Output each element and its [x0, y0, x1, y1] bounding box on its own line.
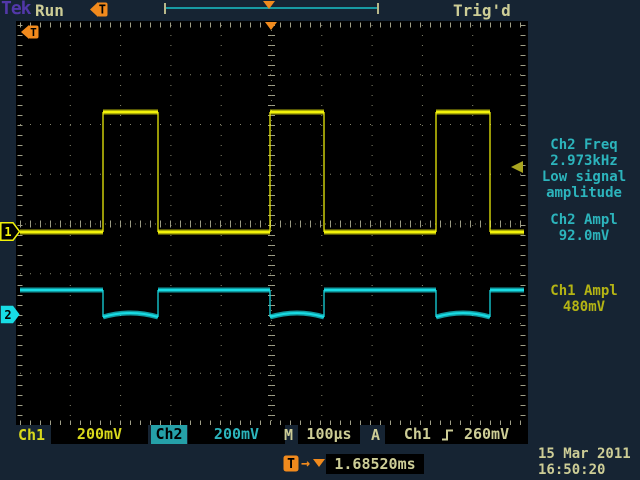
oscilloscope-screen: Tek Run T Trig'd T 1 2 Ch2 Freq 2.973kHz…: [0, 0, 640, 480]
measurement-value: 92.0mV: [528, 228, 640, 244]
acquisition-status: Run: [35, 1, 64, 20]
trigger-position-marker-icon: [265, 22, 277, 30]
trigger-status: Trig'd: [453, 1, 511, 20]
trigger-type-label: A: [371, 426, 380, 444]
ch2-label: Ch2: [151, 425, 187, 444]
date-text: 15 Mar 2011: [538, 446, 631, 462]
waveform-display: [16, 21, 528, 425]
trigger-marker-letter: T: [99, 3, 106, 17]
trigger-source: Ch1: [404, 425, 431, 444]
measurement-warning: amplitude: [528, 185, 640, 201]
measurement-value: 2.973kHz: [528, 153, 640, 169]
channel1-marker-label: 1: [4, 225, 11, 239]
measurement-label: Ch2 Ampl: [528, 212, 640, 228]
channel2-ground-marker: 2: [0, 305, 21, 324]
rising-edge-icon: [441, 428, 454, 442]
datetime: 15 Mar 2011 16:50:20: [538, 446, 631, 478]
delay-arrow-icon: →: [301, 454, 310, 472]
channel1-ground-marker: 1: [0, 222, 21, 241]
measurement-ch2-ampl: Ch2 Ampl 92.0mV: [528, 212, 640, 244]
trigger-offscreen-marker-icon: T: [21, 25, 39, 39]
ch2-scale-readout: 200mV: [188, 425, 285, 444]
measurement-ch2-freq: Ch2 Freq 2.973kHz Low signal amplitude: [528, 137, 640, 201]
measurement-label: Ch1 Ampl: [528, 283, 640, 299]
delay-position-icon: [313, 459, 325, 467]
channel2-marker-label: 2: [4, 308, 11, 322]
tek-logo: Tek: [1, 0, 31, 19]
trigger-readout: Ch1 260mV: [385, 425, 528, 444]
ch1-scale-readout: 200mV: [51, 425, 148, 444]
delay-readout: 1.68520ms: [326, 454, 424, 474]
record-trigger-position-icon: [263, 1, 275, 9]
trigger-level-arrow-icon: [511, 161, 524, 173]
trigger-time-marker-icon: T: [90, 2, 108, 17]
measurement-warning: Low signal: [528, 169, 640, 185]
timebase-readout: 100µs: [298, 425, 360, 444]
measurement-ch1-ampl: Ch1 Ampl 480mV: [528, 283, 640, 315]
ch1-label: Ch1: [18, 426, 45, 444]
trigger-marker-letter: T: [287, 457, 295, 472]
measurement-value: 480mV: [528, 299, 640, 315]
graticule: [16, 21, 528, 425]
trigger-level: 260mV: [464, 425, 509, 444]
trigger-marker-letter: T: [30, 26, 37, 39]
time-text: 16:50:20: [538, 462, 631, 478]
delay-trigger-icon: T: [283, 455, 299, 472]
timebase-label: M: [284, 426, 293, 444]
measurement-label: Ch2 Freq: [528, 137, 640, 153]
